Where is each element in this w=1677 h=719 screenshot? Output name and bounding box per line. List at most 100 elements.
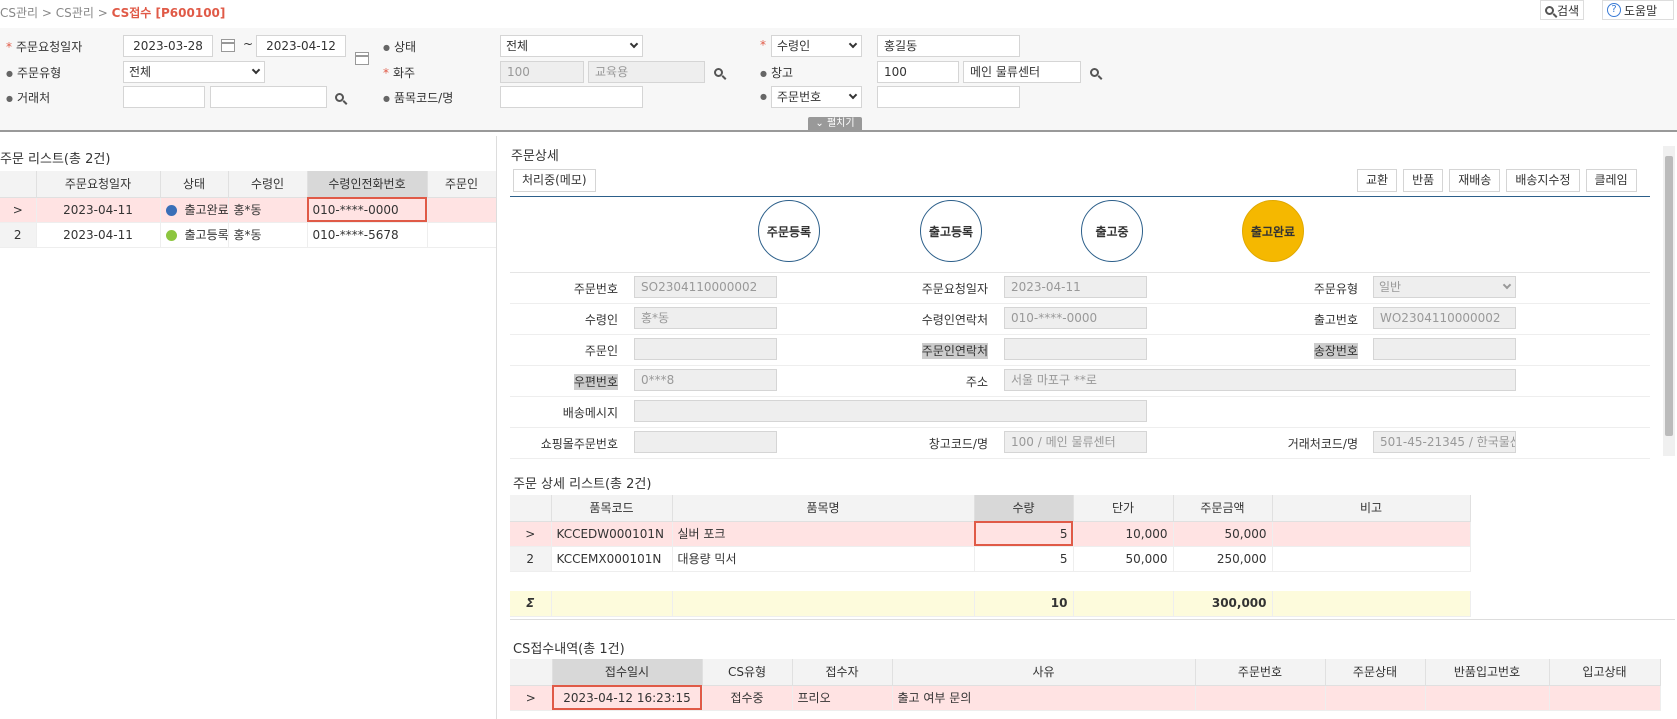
- step-releasing: 출고중: [1081, 200, 1143, 262]
- col-header[interactable]: 품목명: [672, 495, 975, 522]
- partner-field[interactable]: 501-45-21345 / 한국물산: [1373, 431, 1516, 453]
- order-detail-title: 주문상세: [511, 149, 559, 164]
- col-header[interactable]: 수량: [974, 495, 1074, 522]
- breadcrumb-item[interactable]: CS관리: [0, 6, 38, 20]
- col-header[interactable]: 주문번호: [1195, 659, 1326, 686]
- mall-order-field[interactable]: [634, 431, 777, 453]
- help-icon: ?: [1607, 3, 1621, 17]
- col-header[interactable]: 주문상태: [1325, 659, 1426, 686]
- owner-code-input[interactable]: 100: [500, 61, 584, 83]
- col-header[interactable]: 수령인전화번호: [307, 171, 428, 198]
- warehouse-name-input[interactable]: 메인 물류센터: [963, 61, 1081, 83]
- table-row[interactable]: > 2023-04-11 출고완료 홍*동 010-****-0000: [0, 197, 497, 223]
- receiver-field[interactable]: 홍*동: [634, 307, 777, 329]
- warehouse-code-input[interactable]: 100: [877, 61, 959, 83]
- req-date-field[interactable]: 2023-04-11: [1004, 276, 1147, 298]
- partner-label: 거래처: [16, 91, 51, 105]
- order-no-field[interactable]: SO2304110000002: [634, 276, 777, 298]
- search-icon: [1545, 5, 1554, 15]
- warehouse-label: 창고: [770, 66, 794, 80]
- col-header[interactable]: 접수자: [792, 659, 893, 686]
- table-row[interactable]: 2 KCCEMX000101N 대용량 믹서 5 50,000 250,000: [510, 546, 1471, 572]
- col-header[interactable]: 비고: [1272, 495, 1471, 522]
- order-type-select[interactable]: 전체: [123, 61, 265, 83]
- detail-list-title: 주문 상세 리스트(총 2건): [513, 477, 652, 492]
- col-header[interactable]: 반품입고번호: [1425, 659, 1550, 686]
- col-header[interactable]: CS유형: [702, 659, 793, 686]
- step-order-registered: 주문등록: [758, 200, 820, 262]
- table-row[interactable]: 2 2023-04-11 출고등록 홍*동 010-****-5678: [0, 222, 497, 248]
- return-button[interactable]: 반품: [1403, 169, 1444, 192]
- search-button[interactable]: 검색: [1540, 0, 1585, 20]
- warehouse-search-icon[interactable]: [1090, 66, 1099, 80]
- calendar-icon[interactable]: [355, 52, 369, 65]
- col-header[interactable]: 수령인: [228, 171, 308, 198]
- col-header[interactable]: 접수일시: [552, 659, 703, 686]
- col-header[interactable]: 주문인: [427, 171, 497, 198]
- breadcrumb: CS관리 > CS관리 > CS접수 [P600100]: [0, 6, 226, 20]
- action-buttons: 교환 반품 재배송 배송지수정 클레임: [1357, 169, 1637, 192]
- change-address-button[interactable]: 배송지수정: [1506, 169, 1580, 192]
- col-header[interactable]: 단가: [1073, 495, 1174, 522]
- order-date-label: 주문요청일자: [16, 40, 83, 54]
- owner-name-input[interactable]: 교육용: [588, 61, 705, 83]
- table-row[interactable]: > KCCEDW000101N 실버 포크 5 10,000 50,000: [510, 521, 1471, 547]
- col-header[interactable]: 주문금액: [1173, 495, 1273, 522]
- partner-code-input[interactable]: [123, 86, 205, 108]
- step-release-registered: 출고등록: [920, 200, 982, 262]
- calendar-icon[interactable]: [221, 39, 235, 52]
- partner-name-input[interactable]: [210, 86, 327, 108]
- status-dot-icon: [165, 205, 177, 216]
- cs-history-grid: 접수일시 CS유형 접수자 사유 주문번호 주문상태 반품입고번호 입고상태 >…: [510, 659, 1661, 711]
- detail-scrollbar[interactable]: [1663, 146, 1675, 456]
- receiver-input[interactable]: 홍길동: [877, 35, 1020, 57]
- address-field[interactable]: 서울 마포구 **로: [1004, 369, 1516, 391]
- col-header[interactable]: 품목코드: [551, 495, 673, 522]
- date-from-input[interactable]: 2023-03-28: [123, 35, 213, 57]
- memo-button[interactable]: 처리중(메모): [513, 169, 596, 192]
- order-list-title: 주문 리스트(총 2건): [0, 152, 111, 167]
- col-header[interactable]: 상태: [160, 171, 229, 198]
- owner-search-icon[interactable]: [714, 66, 723, 80]
- warehouse-field[interactable]: 100 / 메인 물류센터: [1004, 431, 1147, 453]
- col-header[interactable]: 사유: [892, 659, 1196, 686]
- status-select[interactable]: 전체: [500, 35, 643, 57]
- page-title: CS접수 [P600100]: [111, 6, 226, 20]
- message-field[interactable]: [634, 400, 1147, 422]
- table-row[interactable]: > 2023-04-12 16:23:15 접수중 프리오 출고 여부 문의: [510, 685, 1661, 711]
- partner-search-icon[interactable]: [335, 91, 344, 105]
- date-to-input[interactable]: 2023-04-12: [256, 35, 346, 57]
- orderer-field[interactable]: [634, 338, 777, 360]
- sum-icon: Σ: [510, 591, 552, 617]
- chevron-down-icon: [848, 39, 858, 49]
- invoice-field[interactable]: [1373, 338, 1516, 360]
- col-header[interactable]: 입고상태: [1549, 659, 1661, 686]
- cs-history-title: CS접수내역(총 1건): [513, 642, 625, 657]
- col-header[interactable]: 주문요청일자: [36, 171, 161, 198]
- order-no-type-select[interactable]: 주문번호: [771, 86, 862, 108]
- help-button[interactable]: ? 도움말: [1602, 0, 1674, 20]
- fold-toggle-button[interactable]: ⌄ 펼치기: [808, 117, 862, 131]
- owner-label: 화주: [393, 66, 416, 80]
- order-no-input[interactable]: [877, 86, 1020, 108]
- receiver-phone-field[interactable]: 010-****-0000: [1004, 307, 1147, 329]
- status-dot-icon: [165, 230, 177, 241]
- summary-row: Σ 10 300,000: [510, 591, 1471, 617]
- order-type-field[interactable]: 일반: [1373, 276, 1516, 298]
- orderer-phone-field[interactable]: [1004, 338, 1147, 360]
- redelivery-button[interactable]: 재배송: [1449, 169, 1501, 192]
- exchange-button[interactable]: 교환: [1357, 169, 1398, 192]
- zip-field[interactable]: 0***8: [634, 369, 777, 391]
- breadcrumb-item[interactable]: CS관리: [56, 6, 94, 20]
- release-no-field[interactable]: WO2304110000002: [1373, 307, 1516, 329]
- order-type-label: 주문유형: [16, 66, 62, 80]
- item-input[interactable]: [500, 86, 643, 108]
- receiver-type-select[interactable]: 수령인: [771, 35, 862, 57]
- chevron-down-icon: ⌄: [815, 118, 827, 129]
- status-label: 상태: [393, 40, 417, 54]
- chevron-down-icon: [848, 90, 858, 100]
- chevron-down-icon: [251, 65, 261, 75]
- chevron-down-icon: [629, 39, 639, 49]
- item-label: 품목코드/명: [393, 91, 454, 105]
- claim-button[interactable]: 클레임: [1585, 169, 1637, 192]
